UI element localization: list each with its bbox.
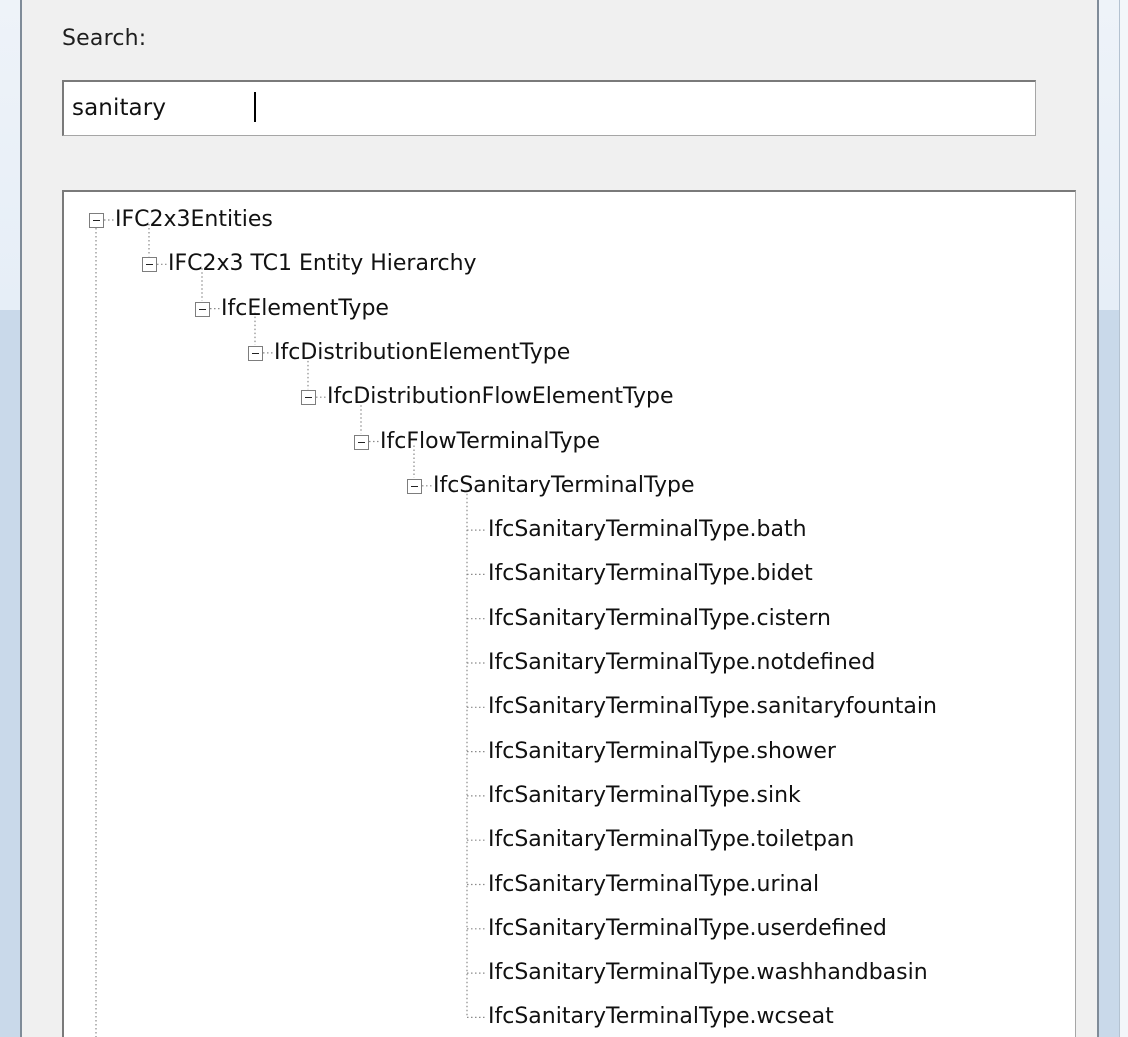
tree-leaf-item[interactable]: IfcSanitaryTerminalType.userdefined — [485, 909, 890, 949]
tree-node-label: IfcDistributionElementType — [274, 339, 571, 365]
tree-leaf-item[interactable]: IfcSanitaryTerminalType.washhandbasin — [485, 953, 931, 993]
tree-node-label: IFC2x3Entities — [115, 207, 273, 232]
tree-node-label: IfcFlowTerminalType — [380, 428, 601, 454]
tree-node-label: IFC2x3 TC1 Entity Hierarchy — [168, 251, 477, 277]
collapse-icon[interactable] — [248, 345, 263, 361]
tree-node[interactable]: IfcFlowTerminalType — [377, 422, 603, 462]
tree-leaf-item[interactable]: IfcSanitaryTerminalType.notdefined — [485, 643, 878, 683]
window-frame-left — [0, 0, 22, 1037]
tree-node-label: IfcSanitaryTerminalType.cistern — [488, 605, 831, 631]
tree-leaf-item[interactable]: IfcSanitaryTerminalType.bath — [485, 510, 810, 550]
collapse-icon[interactable] — [142, 257, 157, 273]
tree-node-label: IfcSanitaryTerminalType.shower — [488, 738, 836, 764]
tree-node-label: IfcSanitaryTerminalType.bidet — [488, 561, 813, 587]
tree-leaf-item[interactable]: IfcSanitaryTerminalType.toiletpan — [485, 820, 857, 860]
entity-tree-view[interactable]: IFC2x3Entities IFC2x3 TC1 Entity Hierarch… — [62, 190, 1076, 1037]
collapse-icon[interactable] — [354, 434, 369, 450]
tree-node[interactable]: IfcSanitaryTerminalType — [430, 466, 698, 506]
tree-node-label: IfcSanitaryTerminalType.sink — [488, 782, 801, 808]
tree-node[interactable]: IfcElementType — [218, 289, 392, 329]
collapse-icon[interactable] — [89, 213, 104, 228]
tree-node-label: IfcSanitaryTerminalType.urinal — [488, 871, 820, 897]
tree-leaf-item[interactable]: IfcSanitaryTerminalType.wcseat — [485, 997, 837, 1037]
tree-leaf-item[interactable]: IfcSanitaryTerminalType.shower — [485, 732, 839, 772]
collapse-icon[interactable] — [301, 390, 316, 406]
tree-node-label: IfcSanitaryTerminalType.washhandbasin — [488, 960, 928, 986]
tree-node-label: IfcSanitaryTerminalType.notdefined — [488, 650, 876, 675]
text-caret — [254, 92, 256, 122]
tree-node-label: IfcSanitaryTerminalType.wcseat — [488, 1004, 834, 1030]
tree-node[interactable]: IfcDistributionFlowElementType — [324, 377, 677, 417]
tree-leaf-item[interactable]: IfcSanitaryTerminalType.urinal — [485, 865, 822, 905]
tree-node-label: IfcSanitaryTerminalType — [433, 472, 695, 498]
tree-node[interactable]: IfcDistributionElementType — [271, 333, 573, 373]
tree-node-label: IfcDistributionFlowElementType — [327, 384, 674, 410]
tree-node-label: IfcSanitaryTerminalType.sanitaryfountain — [488, 694, 937, 720]
tree-leaf-item[interactable]: IfcSanitaryTerminalType.cistern — [485, 599, 834, 639]
tree-node-label: IfcSanitaryTerminalType.userdefined — [488, 915, 887, 941]
tree-node-label: IfcElementType — [221, 295, 389, 321]
tree-leaf-item[interactable]: IfcSanitaryTerminalType.sink — [485, 776, 804, 816]
tree-node-label: IfcSanitaryTerminalType.toiletpan — [488, 827, 855, 853]
tree-node[interactable]: IFC2x3 TC1 Entity Hierarchy — [165, 244, 480, 284]
tree-node-label: IfcSanitaryTerminalType.bath — [488, 517, 807, 543]
collapse-icon[interactable] — [407, 478, 422, 494]
search-label: Search: — [62, 26, 147, 51]
window-frame-right — [1097, 0, 1128, 1037]
collapse-icon[interactable] — [195, 301, 210, 317]
search-field[interactable] — [62, 80, 1036, 136]
tree-node[interactable]: IFC2x3Entities — [112, 200, 276, 240]
search-input[interactable] — [66, 86, 1032, 130]
tree-leaf-item[interactable]: IfcSanitaryTerminalType.sanitaryfountain — [485, 687, 940, 727]
tree-leaf-item[interactable]: IfcSanitaryTerminalType.bidet — [485, 554, 816, 594]
